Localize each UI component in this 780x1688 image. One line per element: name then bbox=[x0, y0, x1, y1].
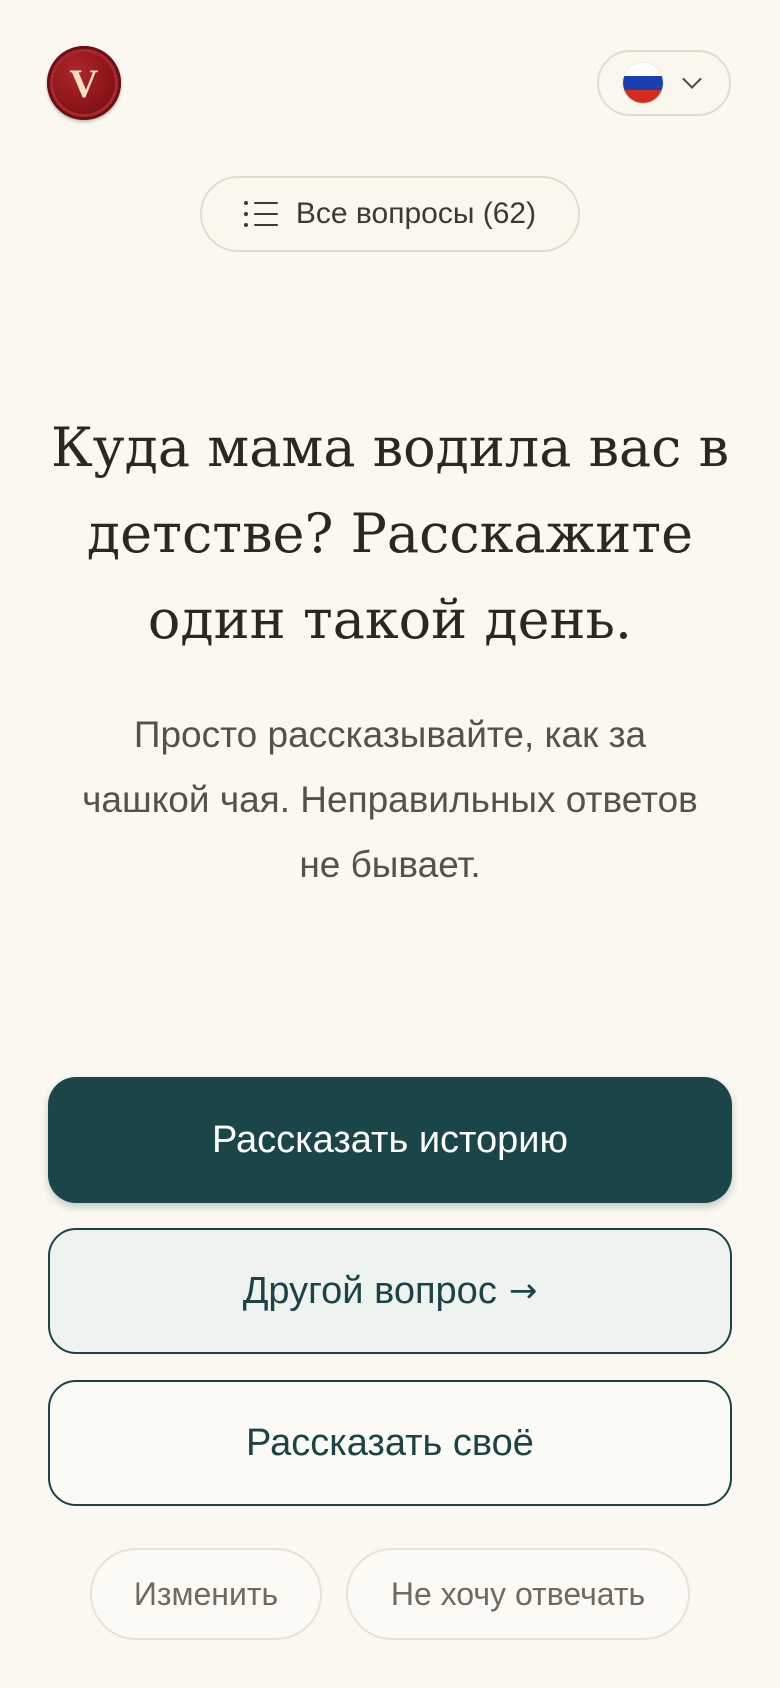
arrow-right-icon: → bbox=[508, 1271, 538, 1311]
change-button[interactable]: Изменить bbox=[90, 1548, 322, 1640]
skip-button[interactable]: Не хочу отвечать bbox=[346, 1548, 690, 1640]
brand-logo[interactable]: V bbox=[47, 46, 121, 120]
logo-letter: V bbox=[69, 61, 99, 106]
all-questions-label: Все вопросы (62) bbox=[295, 197, 537, 230]
another-question-button[interactable]: Другой вопрос → bbox=[48, 1228, 732, 1354]
list-icon bbox=[243, 201, 278, 227]
language-selector[interactable] bbox=[597, 50, 731, 116]
skip-label: Не хочу отвечать bbox=[390, 1575, 646, 1612]
all-questions-button[interactable]: Все вопросы (62) bbox=[200, 176, 580, 252]
another-question-label: Другой вопрос bbox=[242, 1269, 497, 1312]
chevron-down-icon bbox=[682, 69, 702, 89]
tell-own-button[interactable]: Рассказать своё bbox=[48, 1380, 732, 1506]
hint-text: Просто рассказывайте, как за чашкой чая.… bbox=[82, 714, 698, 885]
russia-flag-icon bbox=[623, 63, 663, 103]
tell-story-label: Рассказать историю bbox=[211, 1118, 569, 1161]
tell-own-label: Рассказать своё bbox=[246, 1421, 534, 1464]
change-label: Изменить bbox=[133, 1575, 279, 1612]
tell-story-button[interactable]: Рассказать историю bbox=[48, 1077, 732, 1203]
question-text: Куда мама водила вас в детстве? Расскажи… bbox=[51, 416, 729, 651]
